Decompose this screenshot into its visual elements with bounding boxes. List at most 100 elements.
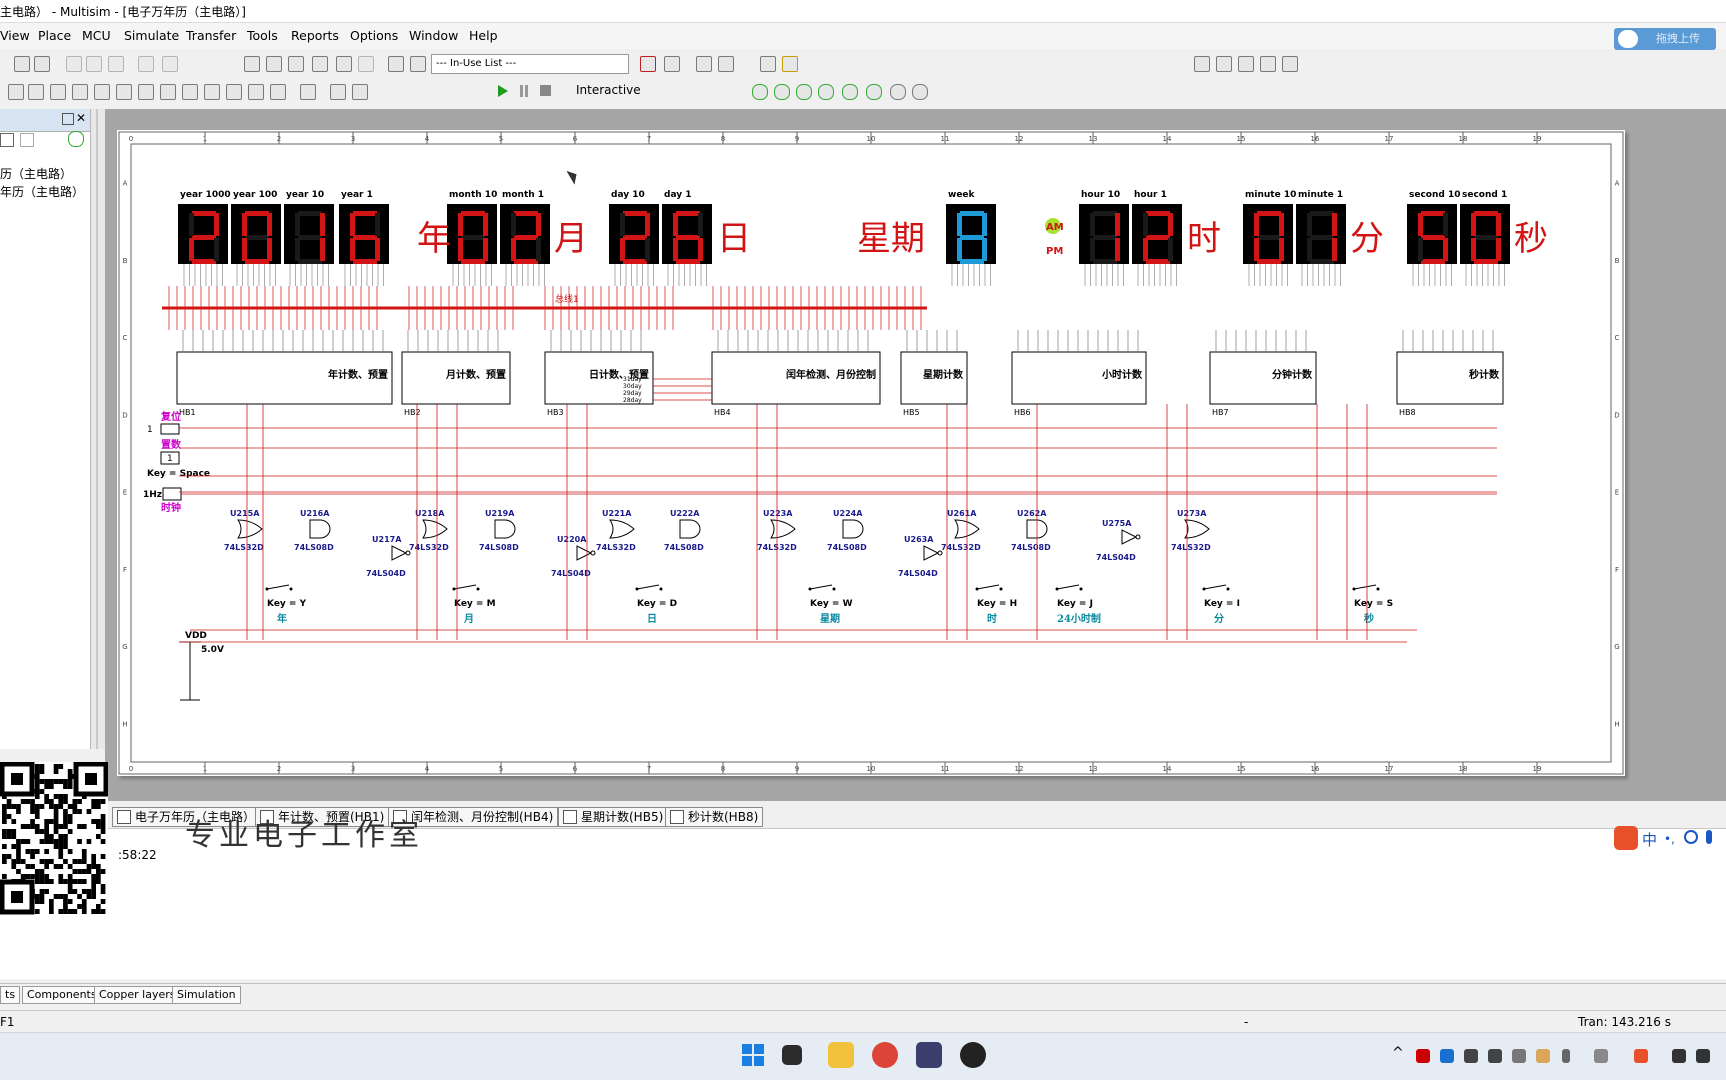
analog-icon[interactable] bbox=[94, 84, 110, 100]
grapher-icon[interactable] bbox=[312, 56, 328, 72]
tab-nets[interactable]: ts bbox=[0, 986, 21, 1004]
tab-simulation[interactable]: Simulation bbox=[172, 986, 241, 1004]
source-icon[interactable] bbox=[8, 84, 24, 100]
zoom-sheet-icon[interactable] bbox=[1260, 56, 1276, 72]
transfer-icon[interactable] bbox=[718, 56, 734, 72]
toggle-view-icon[interactable] bbox=[244, 56, 260, 72]
probe-settings-icon[interactable] bbox=[890, 84, 906, 100]
emoji-icon[interactable] bbox=[1684, 830, 1698, 844]
tray-chevron-icon[interactable]: ^ bbox=[1392, 1045, 1404, 1061]
chrome-icon[interactable] bbox=[872, 1042, 898, 1068]
print-preview-icon[interactable] bbox=[34, 56, 50, 72]
database-icon[interactable] bbox=[288, 56, 304, 72]
tray-app5-icon[interactable] bbox=[1536, 1049, 1550, 1063]
volume-icon[interactable] bbox=[1696, 1049, 1710, 1063]
paste-icon[interactable] bbox=[108, 56, 124, 72]
windows-start-icon[interactable] bbox=[740, 1042, 766, 1068]
diode-icon[interactable] bbox=[50, 84, 66, 100]
cmos-icon[interactable] bbox=[138, 84, 154, 100]
menu-place[interactable]: Place bbox=[38, 28, 71, 43]
menu-mcu[interactable]: MCU bbox=[82, 28, 111, 43]
misc-icon[interactable] bbox=[160, 84, 176, 100]
rf-icon[interactable] bbox=[226, 84, 242, 100]
electromechanical-icon[interactable] bbox=[248, 84, 264, 100]
help-icon[interactable] bbox=[782, 56, 798, 72]
probe-power-icon[interactable] bbox=[796, 84, 812, 100]
forward-annotate-icon[interactable] bbox=[696, 56, 712, 72]
file-explorer-icon[interactable] bbox=[828, 1042, 854, 1068]
view-icon[interactable] bbox=[20, 133, 34, 147]
probe-ref-icon[interactable] bbox=[842, 84, 858, 100]
tab-hb5[interactable]: 星期计数(HB5) bbox=[558, 807, 669, 827]
tab-hb8[interactable]: 秒计数(HB8) bbox=[665, 807, 764, 827]
menu-simulate[interactable]: Simulate bbox=[124, 28, 179, 43]
schematic-canvas[interactable]: 0011223344556677889910101111121213131414… bbox=[117, 130, 1625, 776]
breadboard-icon[interactable] bbox=[358, 56, 374, 72]
undo-icon[interactable] bbox=[138, 56, 154, 72]
probe-digital-icon[interactable] bbox=[866, 84, 882, 100]
basic-icon[interactable] bbox=[28, 84, 44, 100]
microphone-icon[interactable] bbox=[1706, 830, 1712, 844]
menu-view[interactable]: View bbox=[0, 28, 30, 43]
network-icon[interactable] bbox=[1672, 1049, 1686, 1063]
interactive-mode-button[interactable]: Interactive bbox=[560, 83, 641, 97]
settings-icon[interactable] bbox=[68, 131, 84, 147]
probe-diff-icon[interactable] bbox=[818, 84, 834, 100]
tray-mic-icon[interactable] bbox=[1562, 1049, 1570, 1063]
bus-icon[interactable] bbox=[330, 84, 346, 100]
menu-tools[interactable]: Tools bbox=[247, 28, 278, 43]
panel-splitter[interactable] bbox=[91, 109, 105, 749]
in-use-list-dropdown[interactable]: --- In-Use List --- bbox=[431, 54, 629, 74]
tray-app-icon[interactable] bbox=[1416, 1049, 1430, 1063]
menu-transfer[interactable]: Transfer bbox=[186, 28, 236, 43]
print-icon[interactable] bbox=[14, 56, 30, 72]
ime-mode[interactable]: 中 bbox=[1642, 829, 1657, 850]
tree-item-main-circuit[interactable]: 历（主电路） bbox=[0, 165, 72, 182]
ttl-icon[interactable] bbox=[116, 84, 132, 100]
sogou-icon[interactable] bbox=[1614, 826, 1638, 850]
cut-icon[interactable] bbox=[66, 56, 82, 72]
gear-icon[interactable] bbox=[912, 84, 928, 100]
tab-copper-layers[interactable]: Copper layers bbox=[94, 986, 181, 1004]
stop-icon[interactable] bbox=[540, 85, 551, 96]
probe-voltage-icon[interactable] bbox=[752, 84, 768, 100]
folder-icon[interactable] bbox=[0, 133, 14, 147]
tree-item-main-circuit-tab[interactable]: 年历（主电路） bbox=[0, 183, 84, 200]
redo-icon[interactable] bbox=[162, 56, 178, 72]
find-icon[interactable] bbox=[760, 56, 776, 72]
wire-icon[interactable] bbox=[352, 84, 368, 100]
schematic-sheet[interactable]: 0011223344556677889910101111121213131414… bbox=[117, 130, 1625, 776]
pin-icon[interactable] bbox=[62, 113, 74, 125]
tray-app3-icon[interactable] bbox=[1488, 1049, 1502, 1063]
postprocessor-icon[interactable] bbox=[336, 56, 352, 72]
close-icon[interactable]: ✕ bbox=[76, 111, 86, 125]
task-view-icon[interactable] bbox=[782, 1045, 802, 1065]
back-annotate-icon[interactable] bbox=[664, 56, 680, 72]
menu-reports[interactable]: Reports bbox=[291, 28, 339, 43]
hierarchical-block-icon[interactable] bbox=[300, 84, 316, 100]
tray-sogou-icon[interactable] bbox=[1634, 1049, 1648, 1063]
probe-current-icon[interactable] bbox=[774, 84, 790, 100]
punctuation-icon[interactable]: •, bbox=[1664, 832, 1675, 846]
tab-components[interactable]: Components bbox=[22, 986, 102, 1004]
hierarchy-icon[interactable] bbox=[388, 56, 404, 72]
spreadsheet-icon[interactable] bbox=[266, 56, 282, 72]
tray-ime-icon[interactable] bbox=[1594, 1049, 1608, 1063]
multisim-icon[interactable] bbox=[916, 1042, 942, 1068]
tray-app2-icon[interactable] bbox=[1464, 1049, 1478, 1063]
menu-options[interactable]: Options bbox=[350, 28, 398, 43]
run-icon[interactable] bbox=[498, 85, 508, 97]
power-icon[interactable] bbox=[204, 84, 220, 100]
menu-help[interactable]: Help bbox=[469, 28, 498, 43]
erc-icon[interactable] bbox=[640, 56, 656, 72]
bluetooth-icon[interactable] bbox=[1440, 1049, 1454, 1063]
tray-app4-icon[interactable] bbox=[1512, 1049, 1526, 1063]
zoom-in-icon[interactable] bbox=[1194, 56, 1210, 72]
pause-icon[interactable] bbox=[520, 85, 528, 97]
mcu-icon[interactable] bbox=[270, 84, 286, 100]
zoom-out-icon[interactable] bbox=[1216, 56, 1232, 72]
fullscreen-icon[interactable] bbox=[1282, 56, 1298, 72]
upload-button[interactable]: 拖拽上传 bbox=[1614, 28, 1716, 50]
transistor-icon[interactable] bbox=[72, 84, 88, 100]
zoom-area-icon[interactable] bbox=[1238, 56, 1254, 72]
